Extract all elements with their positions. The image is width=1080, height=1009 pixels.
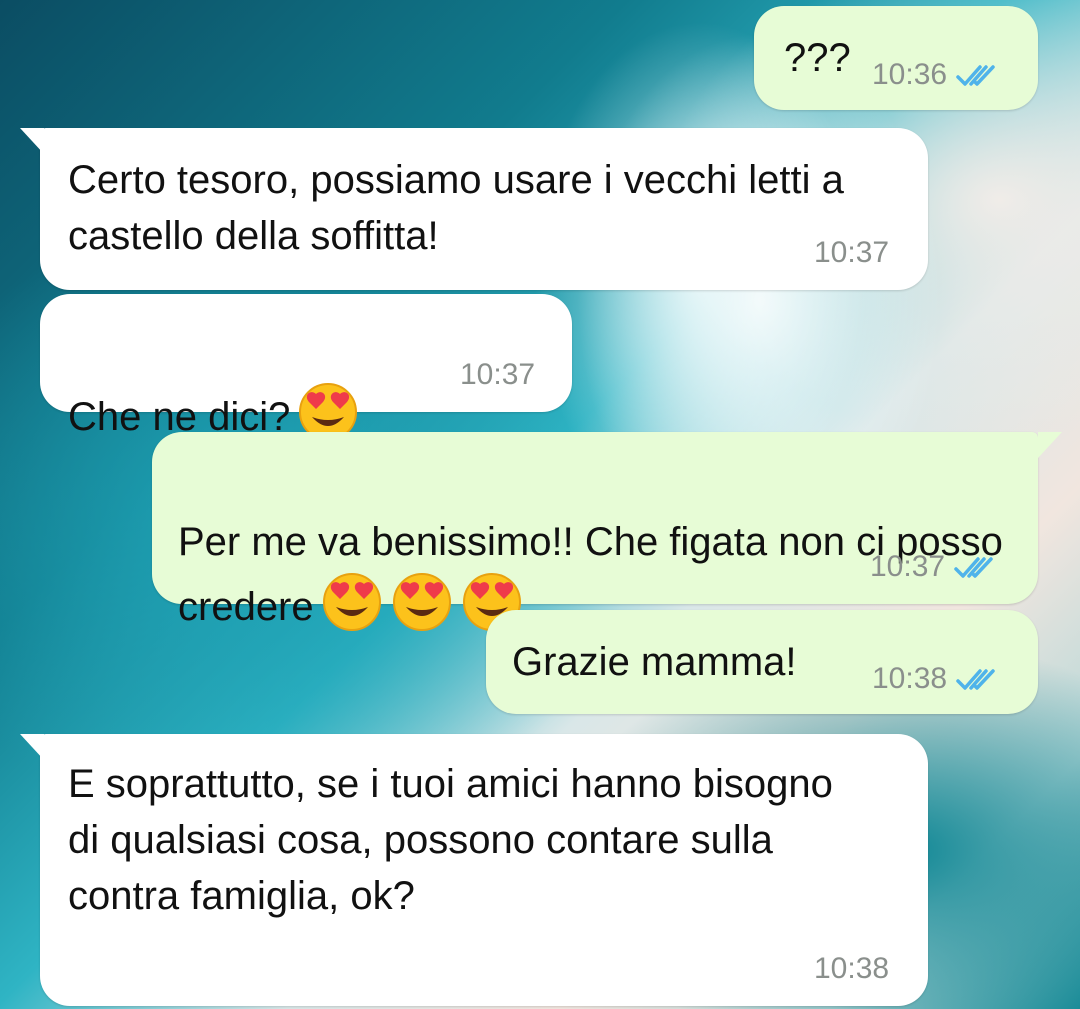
message-text: E soprattutto, se i tuoi amici hanno bis… [68, 762, 833, 918]
message-meta: 10:38 [872, 662, 997, 696]
message-text: ??? [784, 36, 851, 80]
message-meta: 10:38 [814, 952, 889, 986]
message-bubble-outgoing[interactable]: ??? 10:36 [754, 6, 1038, 110]
message-time: 10:37 [814, 236, 890, 269]
read-receipt-icon [953, 553, 995, 581]
message-meta: 10:37 [460, 358, 535, 392]
message-time: 10:38 [872, 662, 948, 695]
message-bubble-incoming[interactable]: Certo tesoro, possiamo usare i vecchi le… [40, 128, 928, 290]
heart-eyes-emoji-icon [390, 570, 454, 634]
bubble-tail [20, 128, 44, 154]
message-bubble-outgoing[interactable]: Per me va benissimo!! Che figata non ci … [152, 432, 1038, 631]
message-time: 10:37 [870, 550, 946, 583]
bubble-tail [1038, 432, 1062, 458]
message-time: 10:37 [460, 358, 536, 391]
message-text: Che ne dici? [68, 324, 360, 445]
message-text: Per me va benissimo!! Che figata non ci … [178, 458, 1018, 635]
message-meta: 10:36 [872, 58, 997, 92]
message-time: 10:38 [814, 952, 890, 985]
message-time: 10:36 [872, 58, 948, 91]
message-bubble-outgoing[interactable]: Grazie mamma! 10:38 [486, 610, 1038, 714]
message-bubble-incoming[interactable]: E soprattutto, se i tuoi amici hanno bis… [40, 734, 928, 1006]
heart-eyes-emoji-icon [320, 570, 384, 634]
message-meta: 10:37 [870, 550, 995, 584]
read-receipt-icon [955, 61, 997, 89]
read-receipt-icon [955, 665, 997, 693]
message-text: Grazie mamma! [512, 640, 797, 684]
message-meta: 10:37 [814, 236, 889, 270]
message-bubble-incoming[interactable]: Che ne dici? 10:37 [40, 294, 572, 441]
bubble-tail [20, 734, 44, 760]
message-text: Certo tesoro, possiamo usare i vecchi le… [68, 158, 844, 258]
